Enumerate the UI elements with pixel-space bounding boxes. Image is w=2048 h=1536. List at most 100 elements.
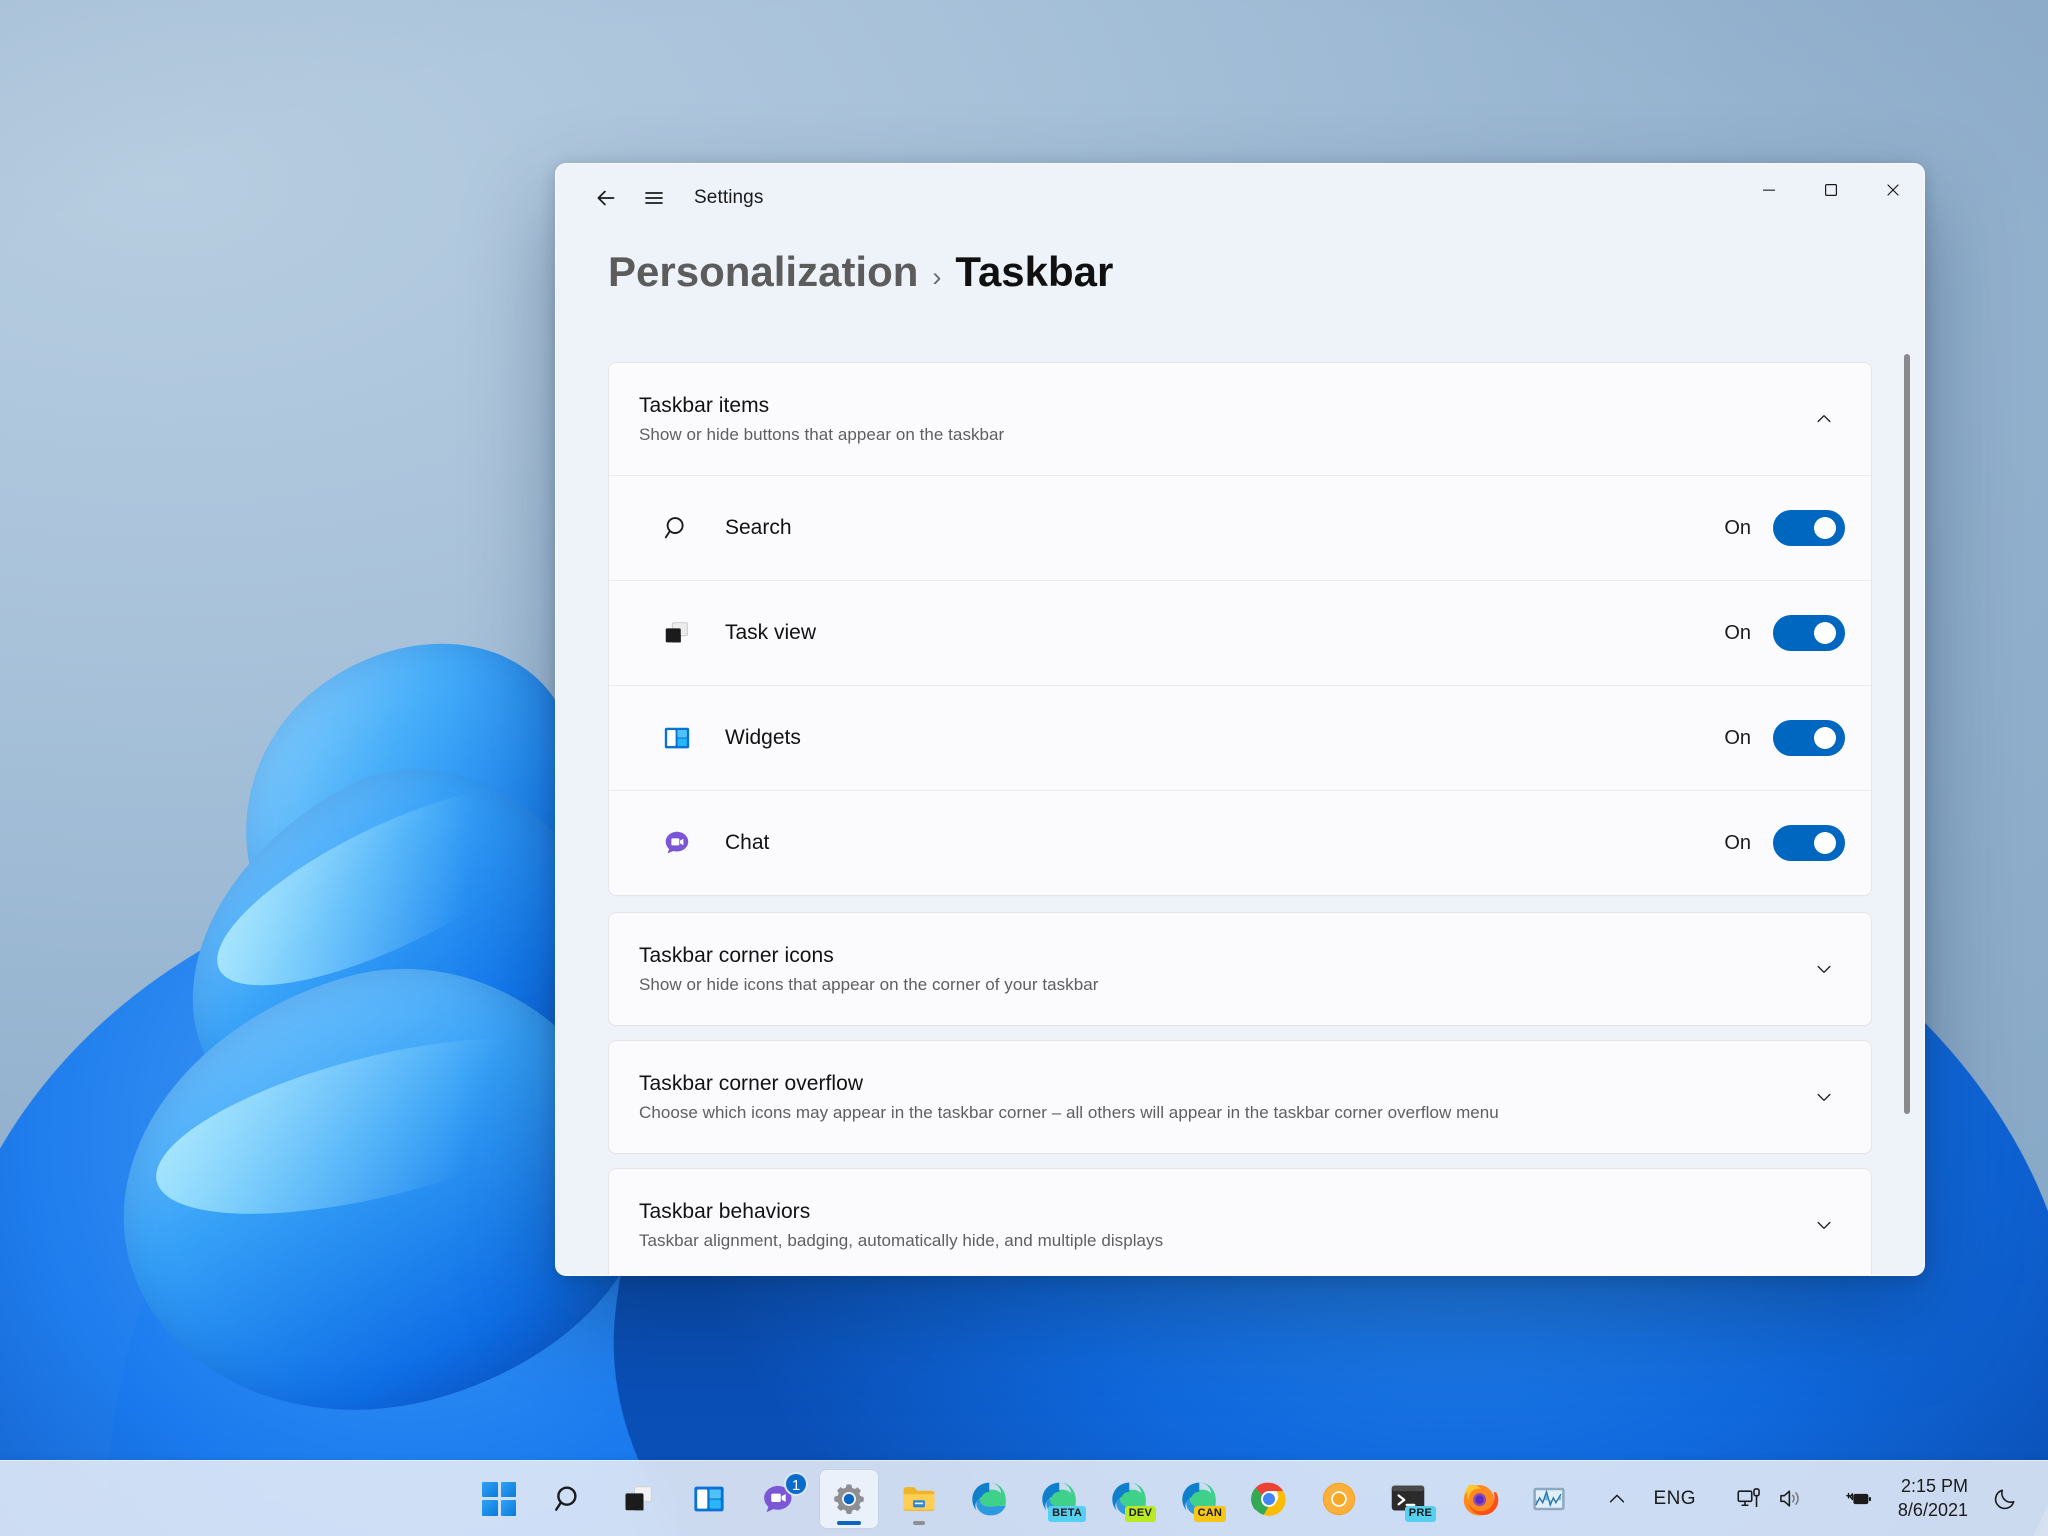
- taskbar-pinned-items: 1: [464, 1461, 1584, 1536]
- edge-dev-button[interactable]: DEV: [1100, 1470, 1158, 1528]
- setting-row-search[interactable]: Search On: [609, 475, 1871, 580]
- chevron-up-icon: [1606, 1488, 1628, 1510]
- language-indicator[interactable]: ENG: [1642, 1471, 1708, 1527]
- clock-button[interactable]: 2:15 PM 8/6/2021: [1888, 1475, 1978, 1523]
- close-icon[interactable]: [1862, 164, 1924, 216]
- back-arrow-icon[interactable]: [582, 174, 630, 222]
- maximize-icon[interactable]: [1800, 164, 1862, 216]
- section-header-taskbar-corner-icons[interactable]: Taskbar corner icons Show or hide icons …: [609, 913, 1871, 1025]
- setting-state: On: [1724, 517, 1751, 540]
- edge-icon: CAN: [1178, 1478, 1220, 1520]
- edge-icon: [968, 1478, 1010, 1520]
- toggle-search[interactable]: [1773, 510, 1845, 546]
- terminal-icon: PRE: [1388, 1478, 1430, 1520]
- volume-icon: [1777, 1485, 1804, 1512]
- battery-button[interactable]: [1832, 1471, 1886, 1527]
- file-explorer-icon: [900, 1480, 938, 1518]
- window-surface: Settings Personalization › Taskbar: [556, 164, 1924, 1275]
- windows-logo-icon: [482, 1482, 516, 1516]
- chat-badge-count: 1: [784, 1472, 808, 1496]
- settings-window: Settings Personalization › Taskbar: [555, 163, 1925, 1276]
- title-bar: Settings: [556, 164, 1924, 232]
- toggle-chat[interactable]: [1773, 825, 1845, 861]
- chevron-down-icon[interactable]: [1803, 948, 1845, 990]
- widgets-button[interactable]: [680, 1470, 738, 1528]
- terminal-preview-button[interactable]: PRE: [1380, 1470, 1438, 1528]
- file-explorer-button[interactable]: [890, 1470, 948, 1528]
- network-icon: [1736, 1485, 1763, 1512]
- setting-state: On: [1724, 727, 1751, 750]
- content-scrollbar[interactable]: [1904, 354, 1910, 1276]
- breadcrumb-parent-personalization[interactable]: Personalization: [608, 248, 918, 296]
- hamburger-menu-icon[interactable]: [630, 174, 678, 222]
- scrollbar-thumb[interactable]: [1904, 354, 1910, 1114]
- chevron-down-icon[interactable]: [1803, 1076, 1845, 1118]
- chrome-button[interactable]: [1240, 1470, 1298, 1528]
- setting-row-chat[interactable]: Chat On: [609, 790, 1871, 895]
- section-title: Taskbar items: [639, 394, 1803, 418]
- breadcrumb: Personalization › Taskbar: [556, 232, 1924, 316]
- firefox-icon: [1459, 1479, 1499, 1519]
- search-icon: [552, 1482, 586, 1516]
- chat-button[interactable]: 1: [750, 1470, 808, 1528]
- chevron-down-icon[interactable]: [1803, 1204, 1845, 1246]
- toggle-task-view[interactable]: [1773, 615, 1845, 651]
- running-indicator: [913, 1521, 925, 1525]
- widgets-icon: [655, 716, 699, 760]
- taskbar: 1: [0, 1460, 2048, 1536]
- moon-do-not-disturb-icon: [1992, 1486, 2018, 1512]
- task-manager-icon: [1529, 1479, 1569, 1519]
- clock-date: 8/6/2021: [1898, 1499, 1968, 1523]
- edge-canary-button[interactable]: CAN: [1170, 1470, 1228, 1528]
- task-manager-button[interactable]: [1520, 1470, 1578, 1528]
- settings-gear-icon: [831, 1481, 867, 1517]
- edge-icon: BETA: [1038, 1478, 1080, 1520]
- page-title: Taskbar: [955, 248, 1113, 296]
- search-button[interactable]: [540, 1470, 598, 1528]
- firefox-button[interactable]: [1450, 1470, 1508, 1528]
- edge-beta-button[interactable]: BETA: [1030, 1470, 1088, 1528]
- setting-label: Widgets: [725, 726, 1724, 750]
- app-title: Settings: [694, 187, 763, 209]
- section-header-taskbar-behaviors[interactable]: Taskbar behaviors Taskbar alignment, bad…: [609, 1169, 1871, 1275]
- section-header-taskbar-corner-overflow[interactable]: Taskbar corner overflow Choose which ico…: [609, 1041, 1871, 1153]
- task-view-icon: [621, 1481, 657, 1517]
- tray-overflow-button[interactable]: [1594, 1471, 1640, 1527]
- toggle-widgets[interactable]: [1773, 720, 1845, 756]
- start-button[interactable]: [470, 1470, 528, 1528]
- chrome-canary-button[interactable]: [1310, 1470, 1368, 1528]
- minimize-icon[interactable]: [1738, 164, 1800, 216]
- edge-channel-tag: CAN: [1194, 1506, 1226, 1522]
- section-header-taskbar-items[interactable]: Taskbar items Show or hide buttons that …: [609, 363, 1871, 475]
- chrome-icon: [1249, 1479, 1289, 1519]
- edge-channel-tag: BETA: [1048, 1506, 1086, 1522]
- notification-button[interactable]: [1980, 1471, 2030, 1527]
- section-title: Taskbar corner icons: [639, 944, 1803, 968]
- battery-charging-icon: [1844, 1484, 1874, 1514]
- section-taskbar-corner-icons: Taskbar corner icons Show or hide icons …: [608, 912, 1872, 1026]
- task-view-button[interactable]: [610, 1470, 668, 1528]
- section-subtitle: Show or hide icons that appear on the co…: [639, 975, 1803, 995]
- setting-label: Search: [725, 516, 1724, 540]
- edge-channel-tag: DEV: [1125, 1506, 1156, 1522]
- settings-button[interactable]: [820, 1470, 878, 1528]
- section-taskbar-behaviors: Taskbar behaviors Taskbar alignment, bad…: [608, 1168, 1872, 1275]
- quick-settings-button[interactable]: [1710, 1471, 1830, 1527]
- section-subtitle: Taskbar alignment, badging, automaticall…: [639, 1231, 1803, 1251]
- setting-row-widgets[interactable]: Widgets On: [609, 685, 1871, 790]
- setting-label: Chat: [725, 831, 1724, 855]
- section-taskbar-corner-overflow: Taskbar corner overflow Choose which ico…: [608, 1040, 1872, 1154]
- setting-state: On: [1724, 832, 1751, 855]
- chrome-canary-icon: [1319, 1479, 1359, 1519]
- chevron-up-icon[interactable]: [1803, 398, 1845, 440]
- setting-label: Task view: [725, 621, 1724, 645]
- section-subtitle: Show or hide buttons that appear on the …: [639, 425, 1803, 445]
- chat-icon: [655, 821, 699, 865]
- section-taskbar-items: Taskbar items Show or hide buttons that …: [608, 362, 1872, 896]
- breadcrumb-separator-icon: ›: [932, 262, 941, 293]
- search-icon: [655, 506, 699, 550]
- setting-row-task-view[interactable]: Task view On: [609, 580, 1871, 685]
- edge-button[interactable]: [960, 1470, 1018, 1528]
- clock-time: 2:15 PM: [1901, 1475, 1968, 1499]
- edge-icon: DEV: [1108, 1478, 1150, 1520]
